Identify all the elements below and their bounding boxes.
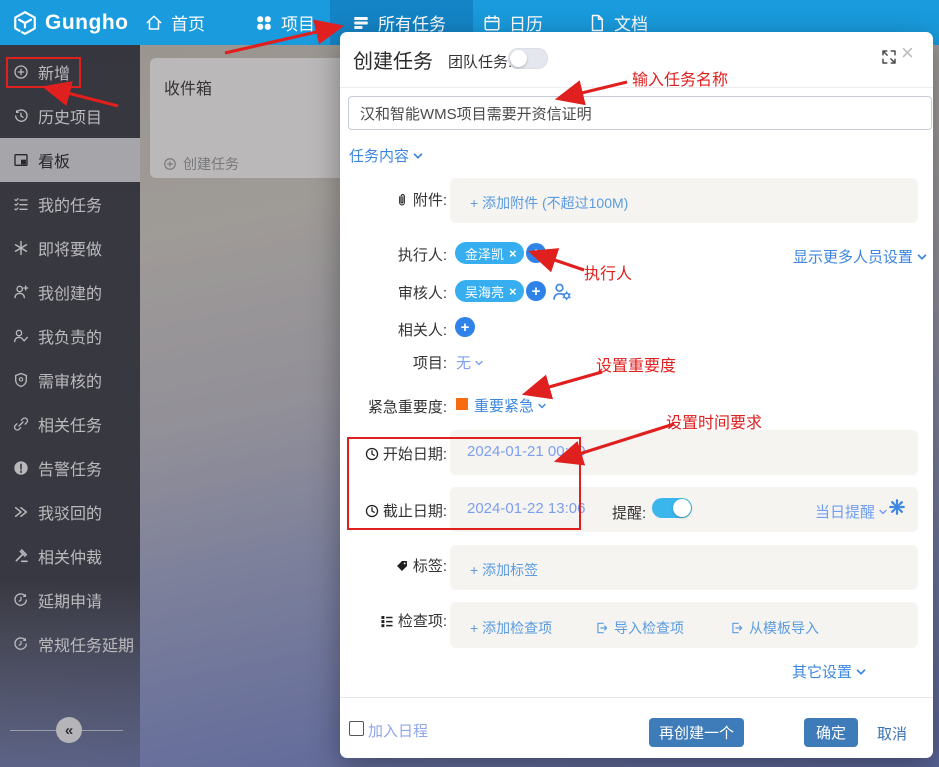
expand-icon[interactable]: [880, 48, 898, 66]
calendar-icon: [483, 14, 501, 32]
remind-option-value: 当日提醒: [815, 501, 875, 522]
import-icon: [595, 621, 609, 635]
priority-color-swatch: [456, 398, 468, 410]
create-another-button[interactable]: 再创建一个: [649, 718, 744, 747]
document-icon: [588, 14, 606, 32]
priority-value: 重要紧急: [474, 395, 534, 416]
import-checklist-button[interactable]: 导入检查项: [595, 618, 684, 638]
cancel-button[interactable]: 取消: [877, 723, 907, 744]
remind-toggle[interactable]: [652, 498, 692, 518]
app-logo: Gungho: [12, 0, 128, 45]
project-value: 无: [456, 352, 471, 373]
chevron-down-icon: [916, 251, 928, 263]
toggle-knob: [510, 50, 527, 67]
clock-icon: [365, 447, 379, 461]
nav-item-projects[interactable]: 项目: [255, 0, 315, 45]
related-people-label: 相关人:: [340, 319, 447, 340]
modal-title: 创建任务: [353, 45, 433, 74]
chevron-down-icon: [474, 358, 484, 368]
import-from-template-button[interactable]: 从模板导入: [730, 618, 819, 638]
chevron-down-icon: [412, 150, 424, 162]
add-tag-button[interactable]: + 添加标签: [470, 560, 538, 580]
footer-divider: [340, 697, 933, 698]
show-more-people-settings-link[interactable]: 显示更多人员设置: [793, 246, 928, 267]
list-icon: [352, 14, 370, 32]
team-task-toggle[interactable]: [508, 48, 548, 69]
checklist-label: 检查项:: [340, 610, 447, 631]
clock-icon: [365, 504, 379, 518]
gear-icon[interactable]: [888, 498, 906, 516]
add-attachment-button[interactable]: + 添加附件 (不超过100M): [470, 193, 628, 213]
reviewer-settings-icon[interactable]: [552, 282, 572, 302]
tag-icon: [395, 559, 409, 573]
reviewer-name: 吴海亮: [465, 282, 504, 301]
add-executor-button[interactable]: +: [526, 243, 546, 263]
brand-name: Gungho: [45, 11, 128, 35]
plus-icon: +: [461, 320, 470, 335]
chevron-down-icon: [878, 507, 888, 517]
executor-label: 执行人:: [340, 244, 447, 265]
nav-item-home[interactable]: 首页: [145, 0, 205, 45]
attachment-dropzone[interactable]: + 添加附件 (不超过100M): [450, 178, 918, 223]
paperclip-icon: [395, 193, 409, 207]
executor-name: 金泽凯: [465, 244, 504, 263]
task-content-toggle[interactable]: 任务内容: [349, 145, 424, 166]
checklist-icon: [380, 614, 394, 628]
priority-select[interactable]: 重要紧急: [474, 395, 547, 416]
header-divider: [340, 87, 933, 88]
attachment-label: 附件:: [340, 189, 447, 210]
checklist-box[interactable]: + 添加检查项 导入检查项 从模板导入: [450, 602, 918, 648]
task-content-label: 任务内容: [349, 145, 409, 166]
executor-tag: 金泽凯 ×: [455, 242, 524, 264]
home-icon: [145, 14, 163, 32]
app-window: 收件箱 创建任务 新增 历史项目 看板 我的任务 即将要做 我创建的 我负责的 …: [0, 0, 939, 767]
start-date-label: 开始日期:: [340, 443, 447, 464]
due-date-label: 截止日期:: [340, 500, 447, 521]
due-date-value[interactable]: 2024-01-22 13:06: [467, 500, 585, 517]
add-related-person-button[interactable]: +: [455, 317, 475, 337]
remove-tag-icon[interactable]: ×: [509, 284, 517, 299]
add-to-schedule-checkbox[interactable]: [349, 721, 364, 736]
remind-option-select[interactable]: 当日提醒: [815, 501, 888, 522]
tags-label: 标签:: [340, 555, 447, 576]
add-to-schedule-label[interactable]: 加入日程: [368, 720, 428, 741]
tags-box[interactable]: + 添加标签: [450, 545, 918, 590]
plus-icon: +: [532, 284, 541, 299]
plus-icon: +: [532, 246, 541, 261]
project-select[interactable]: 无: [456, 352, 484, 373]
remove-tag-icon[interactable]: ×: [509, 246, 517, 261]
priority-label: 紧急重要度:: [340, 396, 447, 417]
close-icon[interactable]: ×: [901, 42, 914, 64]
other-settings-link[interactable]: 其它设置: [792, 661, 867, 682]
confirm-button[interactable]: 确定: [804, 718, 858, 747]
chevron-down-icon: [537, 401, 547, 411]
nav-item-label: 项目: [281, 10, 315, 35]
grid-icon: [255, 14, 273, 32]
remind-label: 提醒:: [612, 502, 646, 523]
project-label: 项目:: [340, 352, 447, 373]
gungho-logo-icon: [12, 10, 38, 36]
start-date-value[interactable]: 2024-01-21 00:00: [467, 443, 585, 460]
reviewer-label: 审核人:: [340, 282, 447, 303]
toggle-knob: [673, 499, 691, 517]
nav-item-label: 首页: [171, 10, 205, 35]
add-reviewer-button[interactable]: +: [526, 281, 546, 301]
reviewer-tag: 吴海亮 ×: [455, 280, 524, 302]
add-checklist-item-button[interactable]: + 添加检查项: [470, 618, 552, 638]
import-icon: [730, 621, 744, 635]
team-task-label: 团队任务:: [448, 51, 512, 72]
create-task-modal: 创建任务 团队任务: × 任务内容 附件: + 添加附件 (不超过100M) 执…: [340, 32, 933, 758]
chevron-down-icon: [855, 666, 867, 678]
task-name-input[interactable]: [348, 96, 932, 130]
